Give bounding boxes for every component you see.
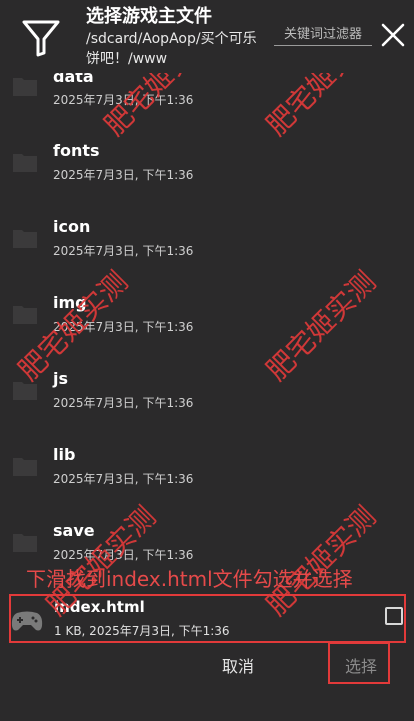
folder-date: 2025年7月3日, 下午1:36 [53, 472, 194, 486]
folder-row-img[interactable]: img 2025年7月3日, 下午1:36 [0, 292, 414, 368]
file-meta: 1 KB, 2025年7月3日, 下午1:36 [54, 624, 230, 638]
folder-date: 2025年7月3日, 下午1:36 [53, 396, 194, 410]
file-checkbox[interactable] [385, 607, 403, 625]
folder-icon [13, 306, 37, 324]
instruction-hint: 下滑找到index.html文件勾选并选择 [26, 567, 353, 591]
dialog-title: 选择游戏主文件 [86, 6, 212, 27]
select-button[interactable]: 选择 [345, 653, 377, 677]
folder-date: 2025年7月3日, 下午1:36 [53, 320, 194, 334]
current-path: /sdcard/AopAop/买个可乐饼吧！/www [86, 31, 257, 67]
folder-icon [13, 458, 37, 476]
close-icon[interactable] [380, 22, 406, 48]
folder-icon [13, 78, 37, 96]
folder-name: save [53, 521, 95, 540]
folder-icon [13, 230, 37, 248]
folder-row-js[interactable]: js 2025年7月3日, 下午1:36 [0, 368, 414, 444]
folder-date: 2025年7月3日, 下午1:36 [53, 93, 194, 107]
folder-name: img [53, 293, 87, 312]
cancel-button[interactable]: 取消 [222, 653, 254, 677]
folder-row-icon[interactable]: icon 2025年7月3日, 下午1:36 [0, 216, 414, 292]
folder-icon [13, 382, 37, 400]
filter-input[interactable] [274, 24, 372, 46]
folder-icon [13, 154, 37, 172]
folder-name: lib [53, 445, 76, 464]
folder-date: 2025年7月3日, 下午1:36 [53, 548, 194, 562]
folder-icon [13, 534, 37, 552]
folder-row-data[interactable]: data 2025年7月3日, 下午1:36 [0, 64, 414, 140]
folder-row-lib[interactable]: lib 2025年7月3日, 下午1:36 [0, 444, 414, 520]
file-row-index-html[interactable]: index.html 1 KB, 2025年7月3日, 下午1:36 [9, 594, 406, 643]
header-bar: 选择游戏主文件 /sdcard/AopAop/买个可乐饼吧！/www [0, 0, 414, 73]
folder-name: js [53, 369, 69, 388]
folder-row-fonts[interactable]: fonts 2025年7月3日, 下午1:36 [0, 140, 414, 216]
folder-name: icon [53, 217, 91, 236]
file-name: index.html [54, 598, 145, 616]
folder-date: 2025年7月3日, 下午1:36 [53, 168, 194, 182]
folder-date: 2025年7月3日, 下午1:36 [53, 244, 194, 258]
folder-name: fonts [53, 141, 100, 160]
filter-icon[interactable] [22, 19, 60, 57]
gamepad-icon [11, 611, 43, 631]
